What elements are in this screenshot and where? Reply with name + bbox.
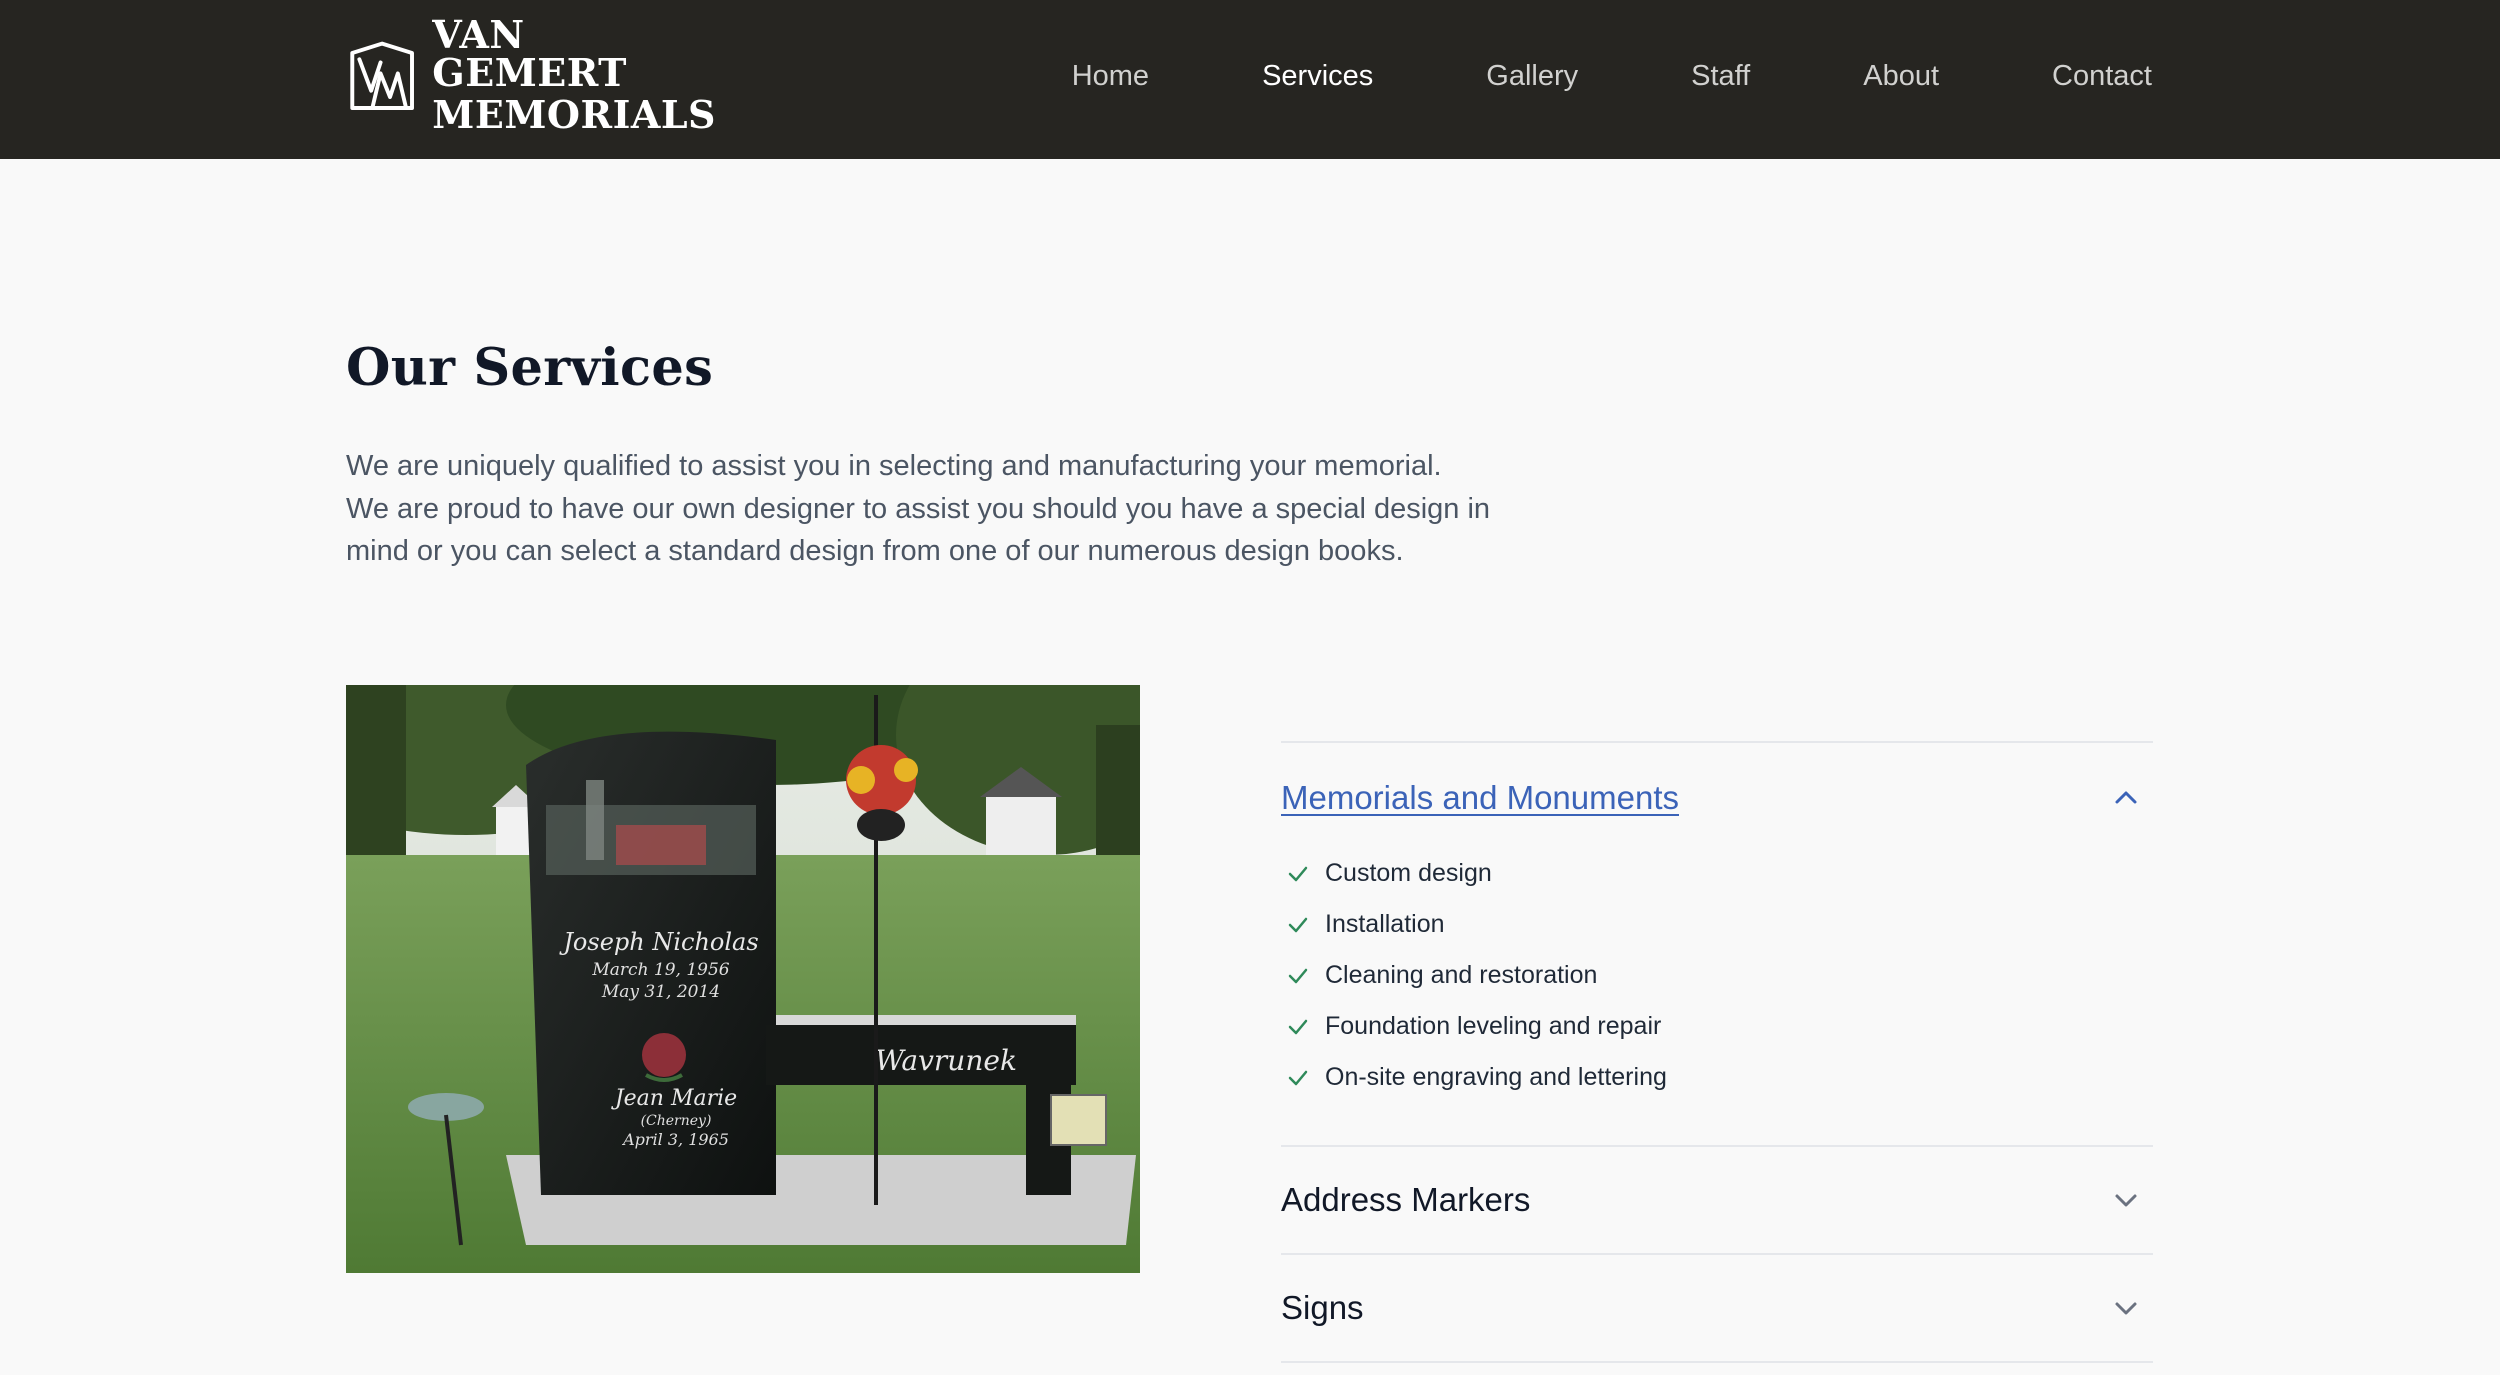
list-item: Foundation leveling and repair (1281, 1001, 2153, 1052)
accordion-section-memorials: Memorials and Monuments Custom design In… (1281, 743, 2153, 1145)
memorials-service-list: Custom design Installation Cleaning and … (1281, 848, 2153, 1145)
accordion-divider (1281, 1361, 2153, 1363)
nav-home[interactable]: Home (1072, 54, 1149, 98)
nav-staff[interactable]: Staff (1691, 54, 1750, 98)
service-item-label: Foundation leveling and repair (1325, 1012, 1662, 1040)
intro-line: We are uniquely qualified to assist you … (346, 450, 1442, 482)
list-item: Installation (1281, 899, 2153, 950)
nav-about[interactable]: About (1863, 54, 1939, 98)
list-item: Cleaning and restoration (1281, 950, 2153, 1001)
accordion-title-address-markers[interactable]: Address Markers (1281, 1181, 1530, 1219)
engraving-maiden: (Cherney) (641, 1113, 712, 1129)
brand-name-line1: VAN GEMERT (432, 12, 627, 95)
chevron-down-icon[interactable] (2109, 1183, 2143, 1217)
check-icon (1288, 1019, 1308, 1034)
check-icon (1288, 1070, 1308, 1085)
chevron-up-icon[interactable] (2109, 781, 2143, 815)
brand-logo[interactable]: VAN GEMERT MEMORIALS (346, 16, 716, 134)
nav-contact[interactable]: Contact (2052, 54, 2152, 98)
main-nav: Home Services Gallery Staff About Contac… (1072, 54, 2152, 98)
accordion-toggle-address-markers[interactable]: Address Markers (1281, 1147, 2153, 1253)
engraving-name1: Joseph Nicholas (558, 928, 758, 956)
brand-name: VAN GEMERT MEMORIALS (432, 16, 716, 134)
service-item-label: Custom design (1325, 859, 1492, 887)
chevron-down-icon[interactable] (2109, 1291, 2143, 1325)
engraving-date2: April 3, 1965 (621, 1130, 729, 1149)
intro-line: We are proud to have our own designer to… (346, 492, 1491, 525)
list-item: Custom design (1281, 848, 2153, 899)
memorial-photo-illustration: Joseph Nicholas March 19, 1956 May 31, 2… (346, 685, 1140, 1273)
intro-line: mind or you can select a standard design… (346, 535, 1404, 567)
service-item-label: Installation (1325, 910, 1445, 938)
service-item-label: On-site engraving and lettering (1325, 1063, 1667, 1091)
nav-services[interactable]: Services (1262, 54, 1373, 98)
services-accordion: Memorials and Monuments Custom design In… (1281, 741, 2153, 1363)
accordion-title-signs[interactable]: Signs (1281, 1289, 1364, 1327)
engraving-date1a: March 19, 1956 (591, 960, 729, 980)
nav-gallery[interactable]: Gallery (1486, 54, 1578, 98)
vm-monogram-icon (350, 41, 414, 110)
list-item: On-site engraving and lettering (1281, 1052, 2153, 1103)
accordion-title-memorials[interactable]: Memorials and Monuments (1281, 779, 1679, 817)
memorial-photo: Joseph Nicholas March 19, 1956 May 31, 2… (346, 685, 1140, 1273)
check-icon (1288, 917, 1308, 932)
accordion-toggle-signs[interactable]: Signs (1281, 1255, 2153, 1361)
bench-engraving: Wavrunek (875, 1044, 1017, 1077)
accordion-section-address-markers: Address Markers (1281, 1147, 2153, 1253)
page-title: Our Services (346, 338, 714, 398)
accordion-toggle-memorials[interactable]: Memorials and Monuments (1281, 743, 2153, 848)
service-item-label: Cleaning and restoration (1325, 961, 1598, 989)
check-icon (1288, 866, 1308, 881)
intro-paragraph: We are uniquely qualified to assist you … (346, 445, 1576, 573)
brand-name-line2: MEMORIALS (432, 92, 716, 137)
check-icon (1288, 968, 1308, 983)
site-header: VAN GEMERT MEMORIALS Home Services Galle… (0, 0, 2500, 159)
accordion-section-signs: Signs (1281, 1255, 2153, 1361)
engraving-date1b: May 31, 2014 (601, 982, 720, 1002)
engraving-name2: Jean Marie (611, 1086, 737, 1111)
